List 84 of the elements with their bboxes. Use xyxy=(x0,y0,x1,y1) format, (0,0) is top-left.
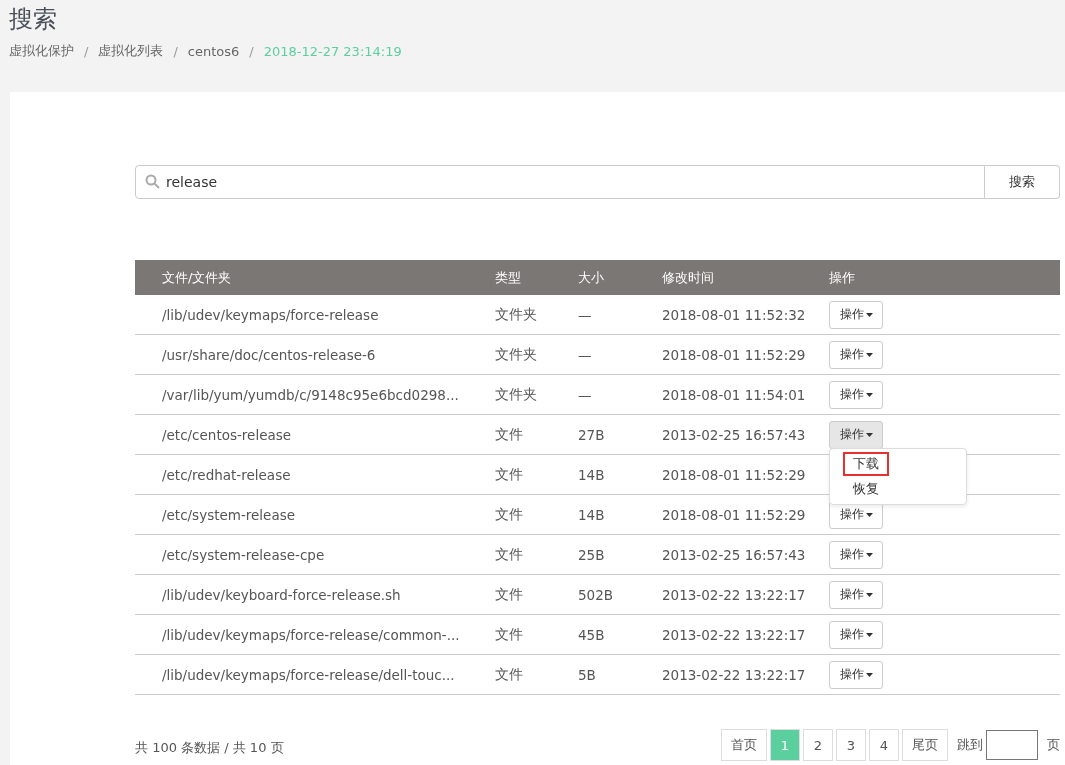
modified-time: 2018-08-01 11:54:01 xyxy=(662,386,806,403)
file-path: /lib/udev/keymaps/force-release/dell-touc... xyxy=(162,666,455,683)
column-header: 大小 xyxy=(578,269,604,285)
file-size: 25B xyxy=(578,546,605,563)
file-type: 文件 xyxy=(495,545,523,562)
column-header: 类型 xyxy=(495,269,521,285)
file-size: — xyxy=(578,386,592,403)
file-path: /etc/system-release xyxy=(162,506,296,523)
search-button[interactable]: 搜索 xyxy=(985,165,1060,199)
caret-icon xyxy=(865,432,873,437)
column-header: 文件/文件夹 xyxy=(162,269,232,285)
breadcrumb-link[interactable]: 虚拟化保护 xyxy=(9,42,74,60)
caret-icon xyxy=(865,312,873,317)
file-size: 27B xyxy=(578,426,605,443)
modified-time: 2018-08-01 11:52:29 xyxy=(662,346,806,363)
action-dropdown-button[interactable]: 操作 xyxy=(829,300,883,329)
caret-icon xyxy=(865,512,873,517)
file-path: /var/lib/yum/yumdb/c/9148c95e6bcd0298... xyxy=(162,386,459,403)
file-size: 14B xyxy=(578,506,605,523)
page-button[interactable]: 3 xyxy=(836,729,866,761)
file-type: 文件 xyxy=(495,585,523,602)
file-size: 14B xyxy=(578,466,605,483)
file-type: 文件 xyxy=(495,465,523,482)
file-type: 文件 xyxy=(495,505,523,522)
file-size: 502B xyxy=(578,586,614,603)
action-dropdown-button[interactable]: 操作 xyxy=(829,580,883,609)
file-type: 文件 xyxy=(495,425,523,442)
caret-icon xyxy=(865,632,873,637)
caret-icon xyxy=(865,392,873,397)
file-size: 45B xyxy=(578,626,605,643)
action-dropdown-button[interactable]: 操作 xyxy=(829,540,883,569)
page-button[interactable]: 4 xyxy=(869,729,899,761)
file-size: 5B xyxy=(578,666,596,683)
caret-icon xyxy=(865,592,873,597)
page-input[interactable] xyxy=(986,730,1038,760)
modified-time: 2018-08-01 11:52:29 xyxy=(662,506,806,523)
action-dropdown-button[interactable]: 操作 xyxy=(829,420,883,449)
search-icon xyxy=(145,174,160,189)
page-button[interactable]: 首页 xyxy=(720,729,767,761)
breadcrumb-separator: / xyxy=(84,43,89,59)
file-type: 文件 xyxy=(495,625,523,642)
modified-time: 2018-08-01 11:52:32 xyxy=(662,306,806,323)
breadcrumb-current: 2018-12-27 23:14:19 xyxy=(263,43,402,59)
file-type: 文件夹 xyxy=(495,345,537,362)
file-path: /usr/share/doc/centos-release-6 xyxy=(162,346,376,363)
caret-icon xyxy=(865,352,873,357)
page-button[interactable]: 2 xyxy=(803,729,833,761)
page-title: 搜索 xyxy=(9,4,58,35)
file-path: /lib/udev/keyboard-force-release.sh xyxy=(162,586,401,603)
breadcrumb-link[interactable]: centos6 xyxy=(187,43,240,59)
summary-text: 共 100 条数据 / 共 10 页 xyxy=(135,739,284,757)
page-suffix: 页 xyxy=(1047,736,1060,754)
file-path: /lib/udev/keymaps/force-release/common-... xyxy=(162,626,460,643)
modified-time: 2013-02-22 13:22:17 xyxy=(662,586,806,603)
file-path: /etc/centos-release xyxy=(162,426,292,443)
breadcrumb-link[interactable]: 虚拟化列表 xyxy=(98,42,164,60)
file-path: /etc/system-release-cpe xyxy=(162,546,325,563)
breadcrumb-separator: / xyxy=(173,43,178,59)
file-type: 文件夹 xyxy=(495,385,537,402)
action-dropdown-button[interactable]: 操作 xyxy=(829,620,883,649)
file-type: 文件夹 xyxy=(495,305,537,322)
file-size: — xyxy=(578,306,592,323)
modified-time: 2013-02-22 13:22:17 xyxy=(662,626,806,643)
modified-time: 2013-02-25 16:57:43 xyxy=(662,546,806,563)
modified-time: 2018-08-01 11:52:29 xyxy=(662,466,806,483)
file-size: — xyxy=(578,346,592,363)
caret-icon xyxy=(865,672,873,677)
breadcrumb-separator: / xyxy=(249,43,254,59)
file-path: /etc/redhat-release xyxy=(162,466,291,483)
file-path: /lib/udev/keymaps/force-release xyxy=(162,306,379,323)
modified-time: 2013-02-22 13:22:17 xyxy=(662,666,806,683)
page-button[interactable]: 尾页 xyxy=(902,729,948,761)
caret-icon xyxy=(865,552,873,557)
action-dropdown-button[interactable]: 操作 xyxy=(829,340,883,369)
menu-item[interactable]: 恢复 xyxy=(843,477,889,501)
action-dropdown-button[interactable]: 操作 xyxy=(829,380,883,409)
search-field[interactable]: release xyxy=(135,165,985,199)
menu-item[interactable]: 下载 xyxy=(843,452,889,476)
action-dropdown-button[interactable]: 操作 xyxy=(829,660,883,689)
jump-label: 跳到 xyxy=(957,736,983,754)
modified-time: 2013-02-25 16:57:43 xyxy=(662,426,806,443)
column-header: 操作 xyxy=(829,269,855,285)
file-type: 文件 xyxy=(495,665,523,682)
column-header: 修改时间 xyxy=(662,269,714,285)
